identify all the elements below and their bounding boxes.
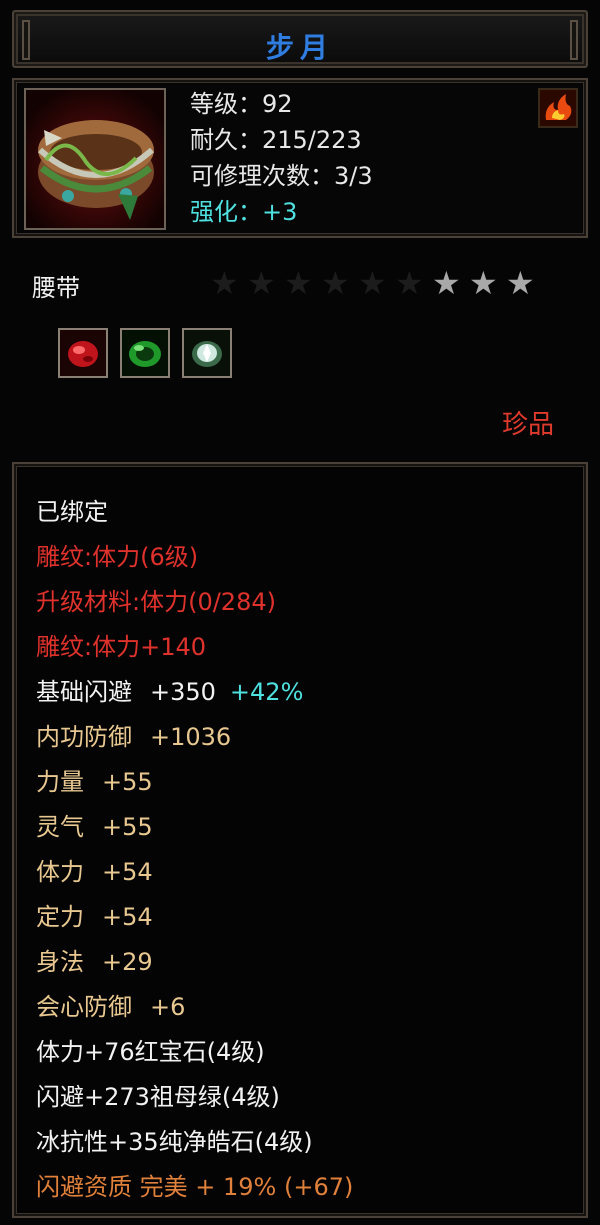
upgrade-material: 升级材料:体力(0/284) — [36, 588, 276, 616]
spirit-row: 灵气 +55 — [36, 805, 353, 850]
attr-value: +55 — [102, 813, 153, 841]
star-icon: ★ — [284, 264, 313, 302]
attributes-panel: 已绑定 雕纹:体力(6级) 升级材料:体力(0/284) 雕纹:体力+140 基… — [12, 462, 588, 1218]
attr-label: 灵气 — [36, 813, 84, 841]
gem-line-emerald: 闪避+273祖母绿(4级) — [36, 1083, 280, 1111]
attribute-list: 已绑定 雕纹:体力(6级) 升级材料:体力(0/284) 雕纹:体力+140 基… — [36, 490, 353, 1210]
dodge-aptitude: 闪避资质 完美 + 19% (+67) — [36, 1173, 354, 1201]
durability-stat: 耐久：215/223 — [190, 126, 362, 154]
item-header-panel: 等级：92 耐久：215/223 可修理次数：3/3 强化：+3 — [12, 78, 588, 238]
enhance-stat: 强化：+3 — [190, 198, 298, 226]
item-type: 腰带 — [32, 274, 80, 302]
stamina-row: 体力 +54 — [36, 850, 353, 895]
inner-defense-row: 内功防御 +1036 — [36, 715, 353, 760]
attr-value: +350 — [150, 678, 216, 706]
star-icon: ★ — [395, 264, 424, 302]
bound-status: 已绑定 — [36, 498, 108, 526]
quality-tag: 珍品 — [501, 410, 554, 440]
attr-label: 身法 — [36, 948, 84, 976]
emerald-gem-icon[interactable] — [120, 328, 170, 378]
attr-extra: +42% — [229, 678, 304, 706]
star-icon: ★ — [247, 264, 276, 302]
attr-label: 内功防御 — [36, 723, 132, 751]
attr-label: 力量 — [36, 768, 84, 796]
diamond-gem-icon[interactable] — [182, 328, 232, 378]
item-name: 步月 — [265, 31, 334, 64]
focus-row: 定力 +54 — [36, 895, 353, 940]
strength-row: 力量 +55 — [36, 760, 353, 805]
attr-label: 基础闪避 — [36, 678, 132, 706]
star-icon: ★ — [432, 264, 461, 302]
attr-value: +54 — [102, 903, 153, 931]
engrave-bonus: 雕纹:体力+140 — [36, 633, 207, 661]
star-icon: ★ — [321, 264, 350, 302]
item-tooltip: 步月 等级：92 耐久：215/223 可修理次数：3/3 强化：+3 腰带 ★… — [0, 0, 600, 1225]
attr-value: +1036 — [150, 723, 232, 751]
engrave-level: 雕纹:体力(6级) — [36, 543, 199, 571]
attr-value: +54 — [102, 858, 153, 886]
frame-post-right — [570, 20, 578, 60]
attr-value: +29 — [102, 948, 153, 976]
attr-label: 体力 — [36, 858, 84, 886]
base-dodge-row: 基础闪避 +350 +42% — [36, 670, 353, 715]
star-icon: ★ — [469, 264, 498, 302]
attr-value: +55 — [102, 768, 153, 796]
gem-line-ruby: 体力+76红宝石(4级) — [36, 1038, 265, 1066]
belt-icon[interactable] — [24, 88, 166, 230]
crit-defense-row: 会心防御 +6 — [36, 985, 353, 1030]
attr-label: 会心防御 — [36, 993, 132, 1021]
star-icon: ★ — [210, 264, 239, 302]
ruby-gem-icon[interactable] — [58, 328, 108, 378]
level-stat: 等级：92 — [190, 90, 293, 118]
flame-icon — [538, 88, 578, 128]
attr-label: 定力 — [36, 903, 84, 931]
gem-line-diamond: 冰抗性+35纯净皓石(4级) — [36, 1128, 313, 1156]
header-stats: 等级：92 耐久：215/223 可修理次数：3/3 强化：+3 — [190, 86, 373, 230]
agility-row: 身法 +29 — [36, 940, 353, 985]
star-icon: ★ — [506, 264, 535, 302]
attr-value: +6 — [150, 993, 186, 1021]
repair-count-stat: 可修理次数：3/3 — [190, 162, 373, 190]
title-bar: 步月 — [12, 10, 588, 68]
star-icon: ★ — [358, 264, 387, 302]
